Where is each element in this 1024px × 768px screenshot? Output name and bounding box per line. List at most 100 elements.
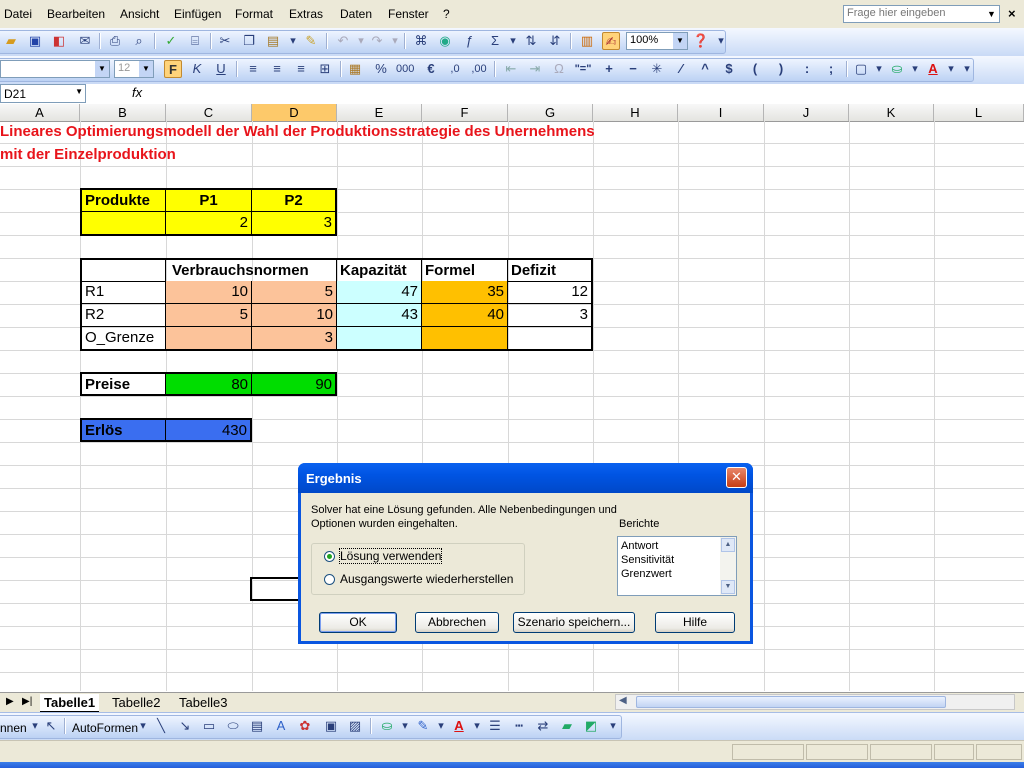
radio-keep-solution[interactable]: [324, 551, 335, 562]
save-icon[interactable]: ▣: [26, 32, 44, 50]
help-icon[interactable]: ❓: [692, 32, 710, 50]
column-header-b[interactable]: B: [80, 104, 166, 121]
cell-p1-header[interactable]: P1: [166, 188, 252, 212]
cell-o-grenze-defizit[interactable]: [508, 327, 593, 351]
cancel-button[interactable]: Abbrechen: [415, 612, 499, 633]
column-header-g[interactable]: G: [508, 104, 593, 121]
cell-p1-value[interactable]: 2: [166, 212, 252, 236]
cut-icon[interactable]: ✂: [216, 32, 234, 50]
font-color-dropdown-icon[interactable]: ▾: [468, 717, 486, 735]
spelling-icon[interactable]: ✓: [162, 32, 180, 50]
drawing-toggle-icon[interactable]: ✍: [602, 32, 620, 50]
redo-icon[interactable]: ↷: [368, 32, 386, 50]
fill-color-icon[interactable]: ⛀: [378, 717, 396, 735]
cell-r2-defizit[interactable]: 3: [508, 304, 593, 327]
cell-r2-d[interactable]: 10: [252, 304, 337, 327]
dialog-title-bar[interactable]: Ergebnis ✕: [298, 463, 753, 493]
report-item-grenzwert[interactable]: Grenzwert: [621, 568, 672, 580]
scroll-down-icon[interactable]: ▼: [721, 580, 735, 594]
draw-menu-button[interactable]: nnen: [0, 721, 27, 735]
insert-divide-icon[interactable]: ⁄: [672, 60, 690, 78]
font-size-dropdown-icon[interactable]: ▼: [139, 61, 153, 77]
sort-descending-icon[interactable]: ⇵: [546, 32, 564, 50]
cell-p2-value[interactable]: 3: [252, 212, 337, 236]
insert-close-paren-icon[interactable]: ): [772, 60, 790, 78]
symbol-icon[interactable]: Ω: [550, 60, 568, 78]
reports-scrollbar[interactable]: ▲ ▼: [720, 537, 736, 595]
dialog-close-button[interactable]: ✕: [726, 467, 747, 488]
column-header-f[interactable]: F: [422, 104, 508, 121]
increase-decimal-icon[interactable]: ,0: [446, 60, 464, 78]
report-item-sensitivitaet[interactable]: Sensitivität: [621, 554, 674, 566]
textbox-icon[interactable]: ▤: [248, 717, 266, 735]
name-box-dropdown-icon[interactable]: ▼: [75, 87, 83, 96]
line-style-icon[interactable]: ☰: [486, 717, 504, 735]
help-search-input[interactable]: Frage hier eingeben ▼: [843, 5, 1000, 23]
autoshapes-dropdown-icon[interactable]: ▾: [134, 717, 152, 735]
cell-r1-c[interactable]: 10: [166, 281, 252, 304]
cell-r2-formel[interactable]: 40: [422, 304, 508, 327]
column-header-e[interactable]: E: [337, 104, 422, 121]
column-header-c[interactable]: C: [166, 104, 252, 121]
sort-ascending-icon[interactable]: ⇅: [522, 32, 540, 50]
menu-daten[interactable]: Daten: [340, 7, 372, 21]
line-color-dropdown-icon[interactable]: ▾: [432, 717, 450, 735]
cell-r2-kapazitaet[interactable]: 43: [337, 304, 422, 327]
cell-verbrauchsnormen-header[interactable]: Verbrauchsnormen: [166, 258, 337, 282]
menu-einfuegen[interactable]: Einfügen: [174, 7, 221, 21]
cell-preise-p1[interactable]: 80: [166, 372, 252, 396]
font-size-select[interactable]: 12 ▼: [114, 60, 154, 78]
font-color-icon[interactable]: A: [450, 717, 468, 735]
borders-dropdown-icon[interactable]: ▾: [870, 60, 888, 78]
bold-icon[interactable]: F: [164, 60, 182, 78]
decrease-indent-icon[interactable]: ⇤: [502, 60, 520, 78]
cell-p2-header[interactable]: P2: [252, 188, 337, 212]
menu-extras[interactable]: Extras: [289, 7, 323, 21]
toolbar-options-icon[interactable]: ▾: [958, 60, 976, 78]
cell-preise-label[interactable]: Preise: [80, 372, 166, 396]
column-header-l[interactable]: L: [934, 104, 1024, 121]
cell-erloes-label[interactable]: Erlös: [80, 418, 166, 442]
picture-icon[interactable]: ▨: [346, 717, 364, 735]
line-color-icon[interactable]: ✎: [414, 717, 432, 735]
column-header-a[interactable]: A: [0, 104, 80, 121]
name-box[interactable]: D21 ▼: [0, 84, 86, 103]
print-preview-icon[interactable]: ⌕: [130, 32, 148, 50]
shadow-style-icon[interactable]: ▰: [558, 717, 576, 735]
help-dropdown-icon[interactable]: ▼: [985, 7, 998, 21]
ok-button[interactable]: OK: [319, 612, 397, 633]
font-name-dropdown-icon[interactable]: ▼: [95, 61, 109, 77]
cell-erloes-value[interactable]: 430: [166, 418, 252, 442]
cell-formel-header[interactable]: Formel: [422, 258, 508, 282]
sheet-tab-tabelle3[interactable]: Tabelle3: [175, 694, 231, 711]
column-header-k[interactable]: K: [849, 104, 934, 121]
web-icon[interactable]: ◉: [436, 32, 454, 50]
save-scenario-button[interactable]: Szenario speichern...: [513, 612, 635, 633]
cell-table-corner[interactable]: [80, 258, 166, 282]
oval-icon[interactable]: ⬭: [224, 717, 242, 735]
insert-function-button[interactable]: fx: [132, 85, 142, 100]
cell-o-grenze-d[interactable]: 3: [252, 327, 337, 351]
select-objects-icon[interactable]: ↖: [42, 717, 60, 735]
email-icon[interactable]: ✉: [76, 32, 94, 50]
align-right-icon[interactable]: ≡: [292, 60, 310, 78]
align-left-icon[interactable]: ≡: [244, 60, 262, 78]
autosum-icon[interactable]: Σ: [486, 32, 504, 50]
arrow-style-icon[interactable]: ⇄: [534, 717, 552, 735]
autoshapes-button[interactable]: AutoFormen: [72, 721, 138, 735]
hyperlink-icon[interactable]: ⌘: [412, 32, 430, 50]
help-button[interactable]: Hilfe: [655, 612, 735, 633]
insert-dollar-icon[interactable]: $: [720, 60, 738, 78]
thousands-icon[interactable]: 000: [396, 60, 414, 78]
merge-center-icon[interactable]: ⊞: [316, 60, 334, 78]
cell-row-label-r1[interactable]: R1: [80, 281, 166, 304]
cell-preise-p2[interactable]: 90: [252, 372, 337, 396]
decrease-decimal-icon[interactable]: ,00: [470, 60, 488, 78]
cell-row-label-r2[interactable]: R2: [80, 304, 166, 327]
insert-multiply-icon[interactable]: ✳: [648, 60, 666, 78]
tab-scroll-last-icon[interactable]: ▶|: [22, 696, 32, 707]
cell-r2-c[interactable]: 5: [166, 304, 252, 327]
fill-color-dropdown-icon[interactable]: ▾: [396, 717, 414, 735]
menu-format[interactable]: Format: [235, 7, 273, 21]
line-icon[interactable]: ╲: [152, 717, 170, 735]
